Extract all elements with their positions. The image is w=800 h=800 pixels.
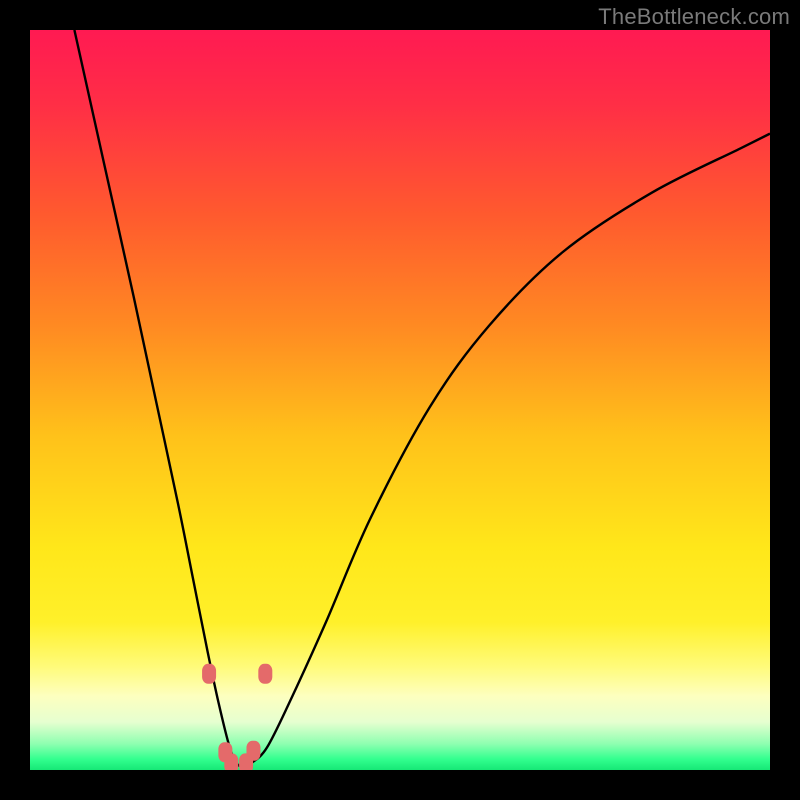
- curve-marker: [239, 753, 253, 770]
- curve-marker: [224, 753, 238, 770]
- chart-layer: [30, 30, 770, 770]
- bottleneck-curve: [74, 30, 770, 766]
- plot-frame: [30, 30, 770, 770]
- curve-marker: [202, 664, 216, 684]
- watermark-text: TheBottleneck.com: [598, 4, 790, 30]
- curve-marker: [258, 664, 272, 684]
